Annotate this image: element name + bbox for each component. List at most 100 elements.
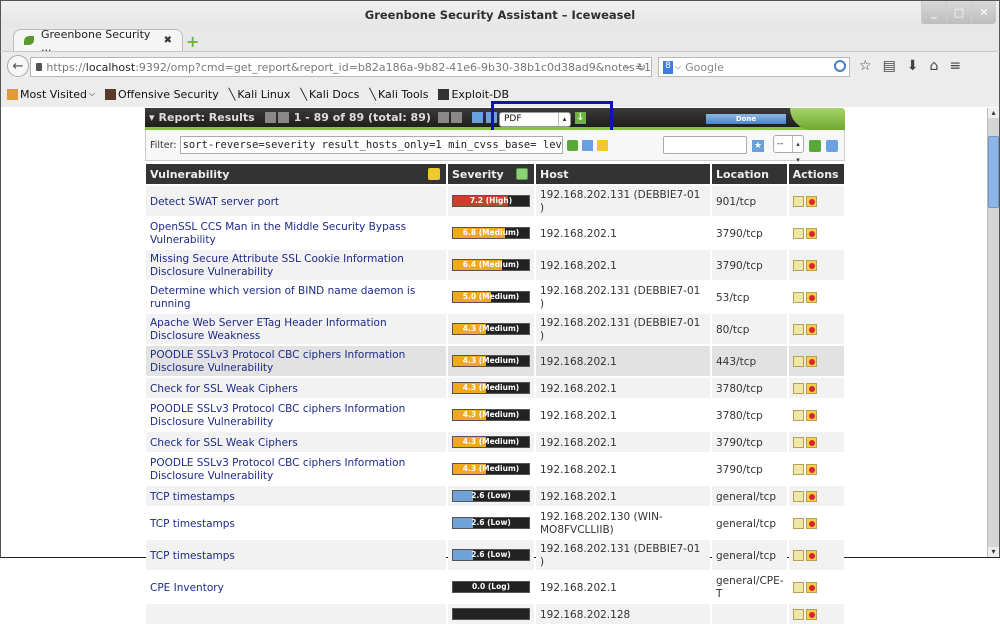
add-note-icon[interactable] <box>792 355 804 367</box>
search-box[interactable]: 8 ⌵ Google <box>658 57 850 77</box>
close-tab-icon[interactable]: ✖ <box>164 35 172 46</box>
location-cell: 3790/tcp <box>712 248 787 280</box>
filter-help-icon[interactable] <box>581 139 593 151</box>
reading-list-icon[interactable]: ▤ <box>883 58 896 74</box>
scroll-down-icon[interactable]: ▾ <box>988 547 999 557</box>
severity-bar: 0.0 (Log) <box>452 581 530 593</box>
close-window-button[interactable]: ✕ <box>971 1 996 24</box>
add-override-icon[interactable] <box>805 490 817 502</box>
add-note-icon[interactable] <box>792 409 804 421</box>
add-override-icon[interactable] <box>805 355 817 367</box>
add-note-icon[interactable] <box>792 382 804 394</box>
add-override-icon[interactable] <box>805 259 817 271</box>
refresh-filter-icon[interactable] <box>566 139 578 151</box>
new-tab-icon[interactable]: + <box>186 32 199 51</box>
back-arrow-icon[interactable]: ← <box>7 55 29 77</box>
location-cell: 3780/tcp <box>712 376 787 398</box>
next-page-icon[interactable] <box>437 112 449 123</box>
first-page-icon[interactable] <box>264 112 276 123</box>
search-engine-icon[interactable]: 8 <box>663 60 673 74</box>
add-override-icon[interactable] <box>805 323 817 335</box>
vulnerability-link[interactable]: Check for SSL Weak Ciphers <box>150 437 298 449</box>
bookmark-kali-docs[interactable]: ╲ Kali Docs <box>300 88 359 101</box>
host-cell: 192.168.202.131 (DEBBIE7-01 ) <box>536 312 710 344</box>
vulnerability-link[interactable]: POODLE SSLv3 Protocol CBC ciphers Inform… <box>150 349 405 374</box>
scroll-up-icon[interactable]: ▴ <box>988 108 999 118</box>
add-override-icon[interactable] <box>805 463 817 475</box>
power-icon[interactable] <box>516 168 528 180</box>
add-note-icon[interactable] <box>792 436 804 448</box>
vulnerability-link[interactable]: TCP timestamps <box>150 518 235 530</box>
add-override-icon[interactable] <box>805 195 817 207</box>
add-note-icon[interactable] <box>792 517 804 529</box>
add-note-icon[interactable] <box>792 195 804 207</box>
scrollbar-thumb[interactable] <box>988 136 999 208</box>
menu-icon[interactable]: ≡ <box>949 58 961 74</box>
vulnerability-link[interactable]: Apache Web Server ETag Header Informatio… <box>150 317 387 342</box>
add-override-icon[interactable] <box>805 436 817 448</box>
location-value: general/tcp <box>716 490 777 503</box>
home-icon[interactable]: ⌂ <box>930 58 939 74</box>
add-override-icon[interactable] <box>805 608 817 620</box>
column-header-location[interactable]: Location <box>712 164 787 184</box>
vulnerability-link[interactable]: CPE Inventory <box>150 582 224 594</box>
save-filter-star-icon[interactable]: ★ <box>752 140 764 152</box>
vulnerability-link[interactable]: Detect SWAT server port <box>150 196 279 208</box>
vulnerability-link[interactable]: TCP timestamps <box>150 491 235 503</box>
history-dropdown-icon[interactable]: ⌵ <box>624 62 631 72</box>
add-note-icon[interactable] <box>792 490 804 502</box>
bookmark-offensive-security[interactable]: Offensive Security <box>105 88 219 101</box>
reload-icon[interactable]: ↻ <box>637 61 646 74</box>
new-filter-icon[interactable] <box>596 139 608 151</box>
vulnerability-link[interactable]: POODLE SSLv3 Protocol CBC ciphers Inform… <box>150 457 405 482</box>
add-note-icon[interactable] <box>792 291 804 303</box>
vulnerability-link[interactable]: Determine which version of BIND name dae… <box>150 285 415 310</box>
vulnerability-link[interactable]: OpenSSL CCS Man in the Middle Security B… <box>150 221 406 246</box>
vulnerability-link[interactable]: TCP timestamps <box>150 550 235 562</box>
bookmark-exploit-db[interactable]: Exploit-DB <box>438 88 509 101</box>
add-note-icon[interactable] <box>792 463 804 475</box>
previous-page-icon[interactable] <box>277 112 289 123</box>
column-header-vulnerability[interactable]: Vulnerability <box>146 164 446 184</box>
bookmark-kali-linux[interactable]: ╲ Kali Linux <box>229 88 291 101</box>
new-note-icon[interactable] <box>428 168 440 180</box>
vulnerability-link[interactable]: POODLE SSLv3 Protocol CBC ciphers Inform… <box>150 403 405 428</box>
add-override-icon[interactable] <box>805 549 817 561</box>
help-icon[interactable] <box>471 112 483 123</box>
add-note-icon[interactable] <box>792 581 804 593</box>
maximize-button[interactable]: □ <box>946 1 971 24</box>
add-override-icon[interactable] <box>805 409 817 421</box>
add-override-icon[interactable] <box>805 517 817 529</box>
bookmark-most-visited[interactable]: Most Visited ⌵ <box>7 88 95 101</box>
add-override-icon[interactable] <box>805 291 817 303</box>
vulnerability-link[interactable]: Missing Secure Attribute SSL Cookie Info… <box>150 253 404 278</box>
filter-name-input[interactable] <box>663 136 747 154</box>
search-icon[interactable] <box>834 60 846 72</box>
vertical-scrollbar[interactable]: ▴ ▾ <box>987 108 999 557</box>
add-note-icon[interactable] <box>792 608 804 620</box>
add-note-icon[interactable] <box>792 259 804 271</box>
minimize-button[interactable]: _ <box>921 1 946 24</box>
collapse-icon[interactable]: ▾ <box>149 111 155 124</box>
column-header-host[interactable]: Host <box>536 164 710 184</box>
saved-filter-select[interactable]: -- ▴ ▾ <box>773 135 804 164</box>
apply-filter-icon[interactable] <box>809 140 821 152</box>
add-override-icon[interactable] <box>805 382 817 394</box>
download-icon[interactable]: ⬇ <box>907 58 919 74</box>
last-page-icon[interactable] <box>450 112 462 123</box>
add-note-icon[interactable] <box>792 323 804 335</box>
filter-list-icon[interactable] <box>826 140 838 152</box>
add-note-icon[interactable] <box>792 227 804 239</box>
add-override-icon[interactable] <box>805 581 817 593</box>
column-header-severity[interactable]: Severity <box>448 164 534 184</box>
vulnerability-link[interactable]: Check for SSL Weak Ciphers <box>150 383 298 395</box>
add-override-icon[interactable] <box>805 227 817 239</box>
chevron-down-icon[interactable]: ⌵ <box>675 62 681 72</box>
tab-greenbone[interactable]: Greenbone Security ... ✖ <box>13 28 183 54</box>
bookmark-kali-tools[interactable]: ╲ Kali Tools <box>369 88 428 101</box>
bookmark-star-icon[interactable]: ☆ <box>859 58 872 74</box>
filter-input[interactable]: sort-reverse=severity result_hosts_only=… <box>179 136 563 154</box>
host-value: 192.168.202.1 <box>540 227 617 240</box>
url-bar[interactable]: https://localhost:9392/omp?cmd=get_repor… <box>30 57 652 77</box>
add-note-icon[interactable] <box>792 549 804 561</box>
